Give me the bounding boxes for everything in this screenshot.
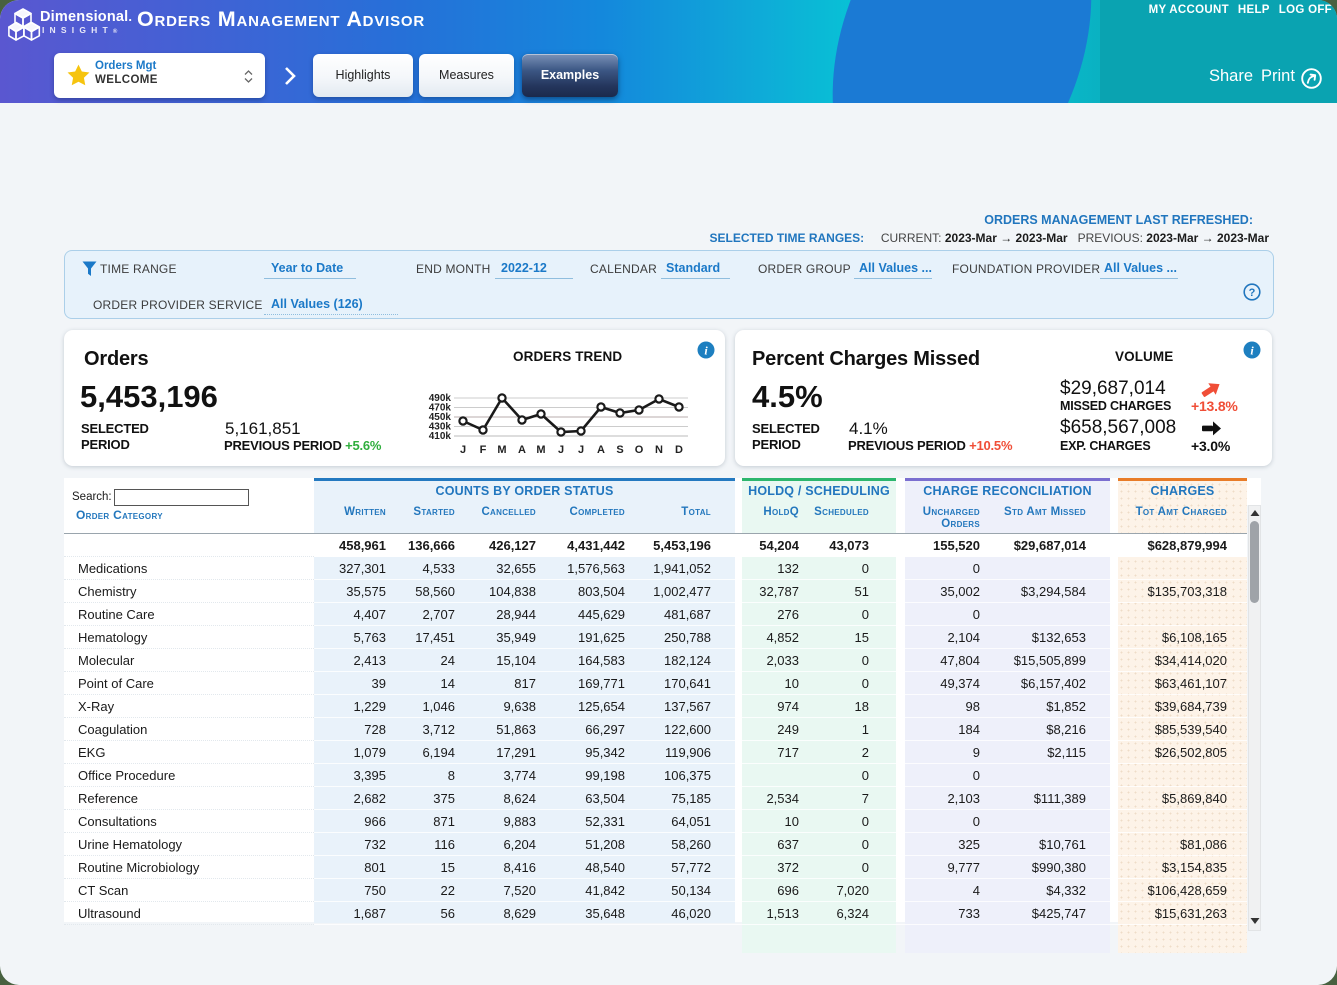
svg-text:M: M: [536, 444, 545, 456]
svg-text:J: J: [460, 444, 466, 456]
svg-text:A: A: [597, 444, 605, 456]
svg-text:410k: 410k: [429, 431, 452, 442]
svg-text:D: D: [675, 444, 683, 456]
svg-text:J: J: [558, 444, 564, 456]
svg-text:F: F: [480, 444, 487, 456]
svg-text:J: J: [578, 444, 584, 456]
svg-text:S: S: [616, 444, 623, 456]
svg-text:?: ?: [1249, 287, 1256, 299]
svg-text:O: O: [635, 444, 644, 456]
svg-text:A: A: [518, 444, 526, 456]
svg-text:M: M: [497, 444, 506, 456]
svg-text:N: N: [655, 444, 663, 456]
